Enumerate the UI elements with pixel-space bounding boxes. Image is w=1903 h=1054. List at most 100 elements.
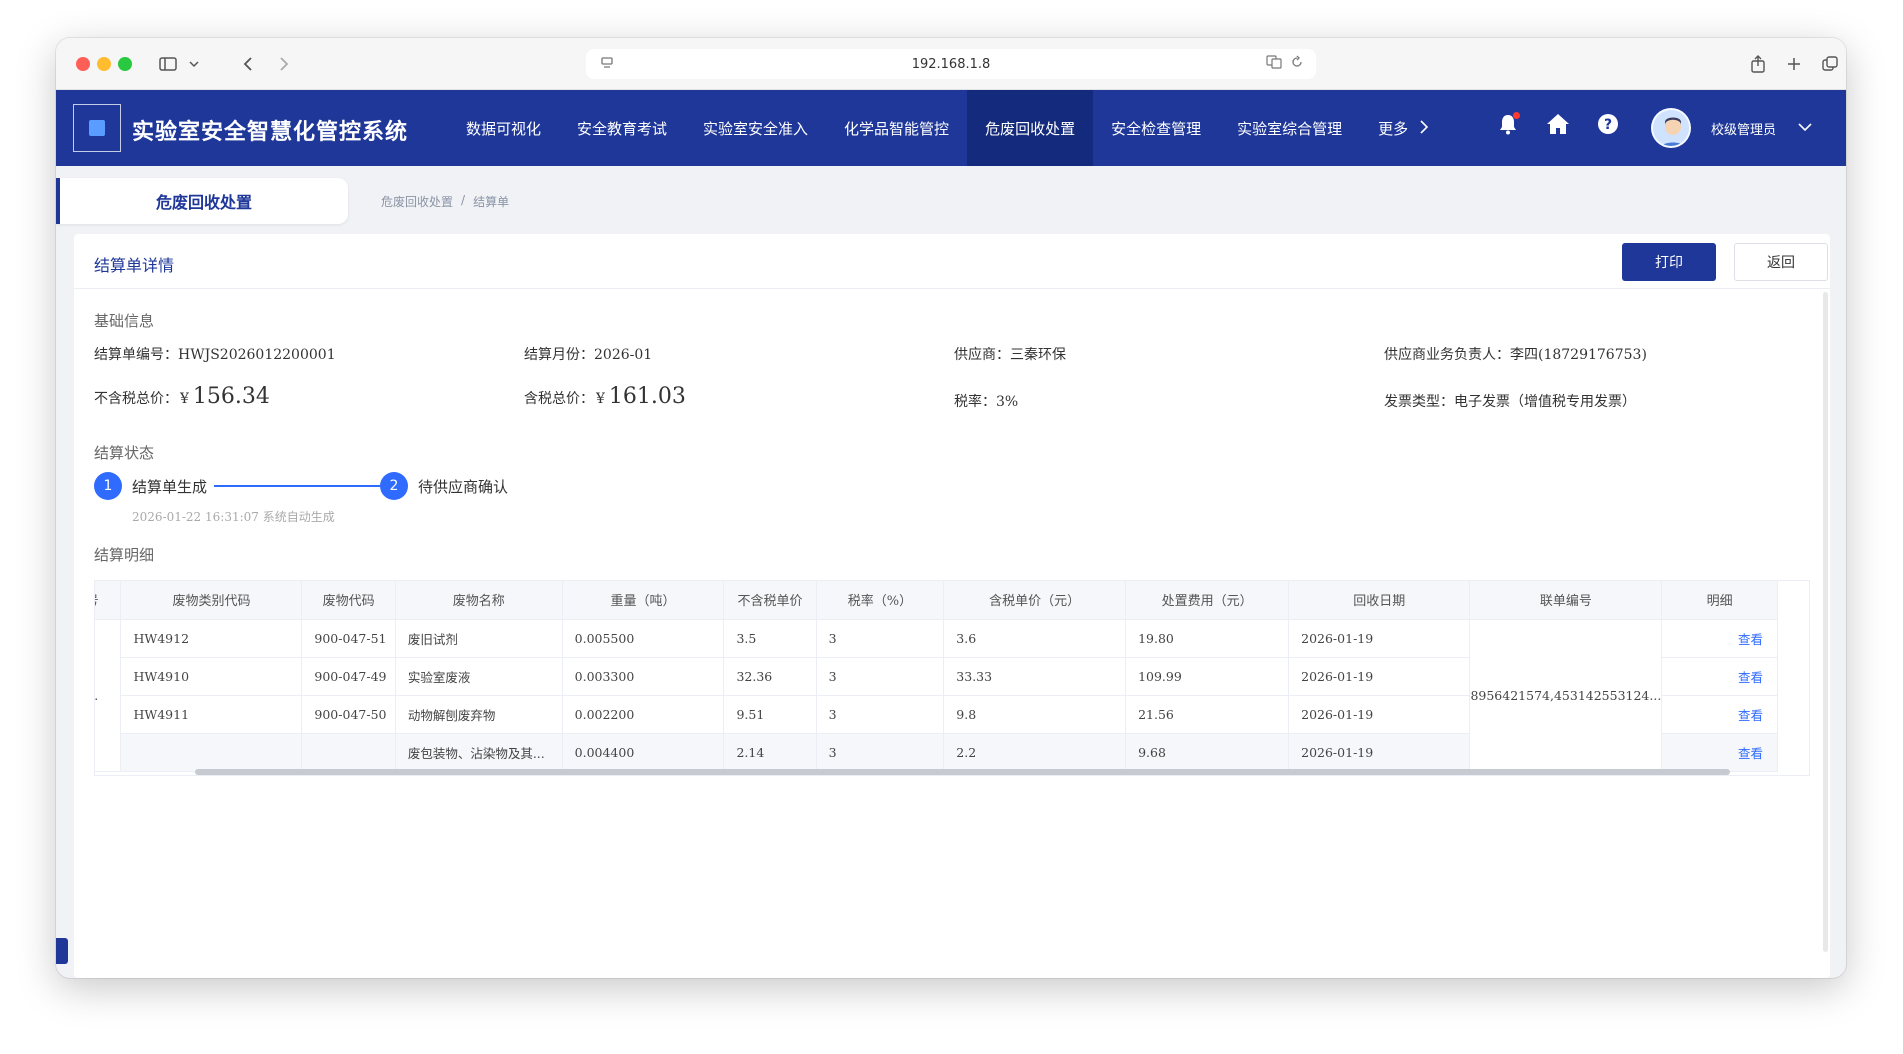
table-header-row: 号 废物类别代码 废物代码 废物名称 重量（吨） 不含税单价 税率（%） 含税单… bbox=[95, 581, 1778, 620]
supplier: 供应商：三秦环保 bbox=[954, 344, 1066, 364]
table-cell: 0.002200 bbox=[562, 695, 725, 734]
step-1-indicator: 1 bbox=[94, 472, 122, 500]
nav-item-lab-safety-access[interactable]: 实验室安全准入 bbox=[685, 90, 826, 166]
table-cell: 3.5 bbox=[723, 619, 817, 658]
step-1-label: 结算单生成 bbox=[132, 478, 208, 496]
table-cell: 3.6 bbox=[943, 619, 1127, 658]
taxed-total-label: 含税总价： bbox=[524, 391, 594, 407]
invoice-type-label: 发票类型： bbox=[1384, 394, 1454, 410]
home-icon[interactable] bbox=[1546, 112, 1570, 136]
print-button[interactable]: 打印 bbox=[1622, 243, 1716, 281]
column-header: 废物名称 bbox=[395, 581, 563, 620]
table-cell: 3 bbox=[816, 657, 945, 696]
breadcrumb-item-hazardous-waste[interactable]: 危废回收处置 bbox=[381, 193, 453, 210]
table-cell: 900-047-50 bbox=[301, 695, 396, 734]
maximize-window-button[interactable] bbox=[118, 57, 132, 71]
table-cell: 3 bbox=[816, 695, 945, 734]
column-header: 联单编号 bbox=[1469, 581, 1663, 620]
view-detail-link[interactable]: 查看 bbox=[1661, 695, 1778, 734]
help-icon[interactable]: ? bbox=[1596, 112, 1620, 136]
table-row: ... HW4912 900-047-51 废旧试剂 0.005500 3.5 … bbox=[95, 619, 1778, 772]
supplier-contact: 供应商业务负责人：李四(18729176753) bbox=[1384, 344, 1647, 364]
side-toolbar-toggle[interactable] bbox=[56, 938, 68, 964]
app-logo[interactable] bbox=[73, 104, 121, 152]
chevron-down-icon[interactable] bbox=[1798, 120, 1812, 136]
view-detail-link[interactable]: 查看 bbox=[1661, 657, 1778, 696]
user-menu[interactable]: 校级管理员 bbox=[1651, 108, 1812, 148]
page-tab[interactable]: 危废回收处置 bbox=[56, 178, 348, 224]
url-bar[interactable]: 192.168.1.8 bbox=[586, 49, 1316, 79]
back-button[interactable]: 返回 bbox=[1734, 243, 1828, 281]
reload-icon[interactable] bbox=[1290, 55, 1304, 73]
settlement-detail-table: 号 废物类别代码 废物代码 废物名称 重量（吨） 不含税单价 税率（%） 含税单… bbox=[94, 580, 1810, 776]
forward-nav-icon[interactable] bbox=[270, 50, 298, 78]
close-window-button[interactable] bbox=[76, 57, 90, 71]
table-cell: 3 bbox=[816, 733, 945, 772]
table-cell: 9.8 bbox=[943, 695, 1127, 734]
nav-item-data-visualization[interactable]: 数据可视化 bbox=[448, 90, 559, 166]
table-cell: HW4910 bbox=[120, 657, 303, 696]
invoice-type-value: 电子发票（增值税专用发票） bbox=[1454, 394, 1636, 410]
nav-label: 化学品智能管控 bbox=[844, 119, 950, 138]
table-cell: 900-047-49 bbox=[301, 657, 396, 696]
settlement-month: 结算月份：2026-01 bbox=[524, 344, 652, 364]
table-cell: 21.56 bbox=[1125, 695, 1290, 734]
view-detail-link[interactable]: 查看 bbox=[1661, 733, 1778, 772]
table-cell: 33.33 bbox=[943, 657, 1127, 696]
table-cell: 0.003300 bbox=[562, 657, 725, 696]
app-header: 实验室安全智慧化管控系统 数据可视化 安全教育考试 实验室安全准入 化学品智能管… bbox=[56, 90, 1846, 166]
logo-icon bbox=[89, 120, 105, 136]
svg-text:?: ? bbox=[1604, 117, 1612, 133]
card-vertical-scrollbar[interactable] bbox=[1823, 292, 1828, 952]
app-title: 实验室安全智慧化管控系统 bbox=[132, 120, 409, 145]
nav-label: 安全教育考试 bbox=[577, 119, 668, 138]
nav-label: 危废回收处置 bbox=[985, 119, 1076, 138]
table-cell: 废包装物、沾染物及其... bbox=[395, 733, 563, 772]
browser-window: 192.168.1.8 实验室安全智慧化管控系统 数据可视化 安全教育考试 实验… bbox=[56, 38, 1846, 978]
nav-item-more[interactable]: 更多 bbox=[1360, 90, 1446, 166]
table-cell: 9.51 bbox=[723, 695, 817, 734]
chevron-down-icon[interactable] bbox=[186, 50, 202, 78]
nav-item-lab-management[interactable]: 实验室综合管理 bbox=[1219, 90, 1360, 166]
table-horizontal-scrollbar[interactable] bbox=[195, 769, 1730, 775]
translate-icon[interactable] bbox=[1266, 55, 1282, 73]
pretax-total-value: 156.34 bbox=[192, 384, 270, 409]
settlement-number-value: HWJS2026012200001 bbox=[178, 347, 336, 363]
nav-item-hazardous-waste[interactable]: 危废回收处置 bbox=[967, 90, 1094, 166]
supplier-contact-label: 供应商业务负责人： bbox=[1384, 347, 1510, 363]
table-cell: 0.005500 bbox=[562, 619, 725, 658]
table-cell: 0.004400 bbox=[562, 733, 725, 772]
minimize-window-button[interactable] bbox=[97, 57, 111, 71]
bell-icon[interactable] bbox=[1496, 112, 1520, 136]
card-header: 结算单详情 打印 返回 bbox=[74, 234, 1830, 289]
settlement-number-label: 结算单编号： bbox=[94, 347, 178, 363]
view-detail-link[interactable]: 查看 bbox=[1661, 619, 1778, 658]
nav-item-safety-inspection[interactable]: 安全检查管理 bbox=[1093, 90, 1219, 166]
share-icon[interactable] bbox=[1746, 50, 1770, 78]
table-cell: 2.2 bbox=[943, 733, 1127, 772]
table-cell: 2.14 bbox=[723, 733, 817, 772]
currency-symbol: ¥ bbox=[596, 391, 605, 407]
nav-item-safety-education-exam[interactable]: 安全教育考试 bbox=[559, 90, 685, 166]
merged-manifest-cell: 8956421574,453142553124... bbox=[1469, 619, 1663, 772]
page-settings-icon[interactable] bbox=[600, 56, 614, 74]
column-header: 废物类别代码 bbox=[120, 581, 303, 620]
notification-dot bbox=[1513, 112, 1520, 119]
column-header: 废物代码 bbox=[301, 581, 396, 620]
tab-overview-icon[interactable] bbox=[1818, 50, 1842, 78]
back-nav-icon[interactable] bbox=[234, 50, 262, 78]
breadcrumb-separator: / bbox=[461, 193, 466, 207]
breadcrumb: 危废回收处置 / 结算单 bbox=[381, 193, 509, 210]
table-cell: 3 bbox=[816, 619, 945, 658]
column-header: 重量（吨） bbox=[562, 581, 725, 620]
tax-rate-label: 税率： bbox=[954, 394, 996, 410]
avatar[interactable] bbox=[1651, 108, 1691, 148]
nav-item-chemical-control[interactable]: 化学品智能管控 bbox=[826, 90, 967, 166]
main-nav: 数据可视化 安全教育考试 实验室安全准入 化学品智能管控 危废回收处置 安全检查… bbox=[448, 90, 1446, 166]
sidebar-toggle-icon[interactable] bbox=[154, 50, 182, 78]
table-cell: 动物解刨废弃物 bbox=[395, 695, 563, 734]
settlement-number: 结算单编号：HWJS2026012200001 bbox=[94, 344, 336, 364]
table-cell bbox=[120, 733, 303, 772]
new-tab-icon[interactable] bbox=[1782, 50, 1806, 78]
supplier-label: 供应商： bbox=[954, 347, 1010, 363]
